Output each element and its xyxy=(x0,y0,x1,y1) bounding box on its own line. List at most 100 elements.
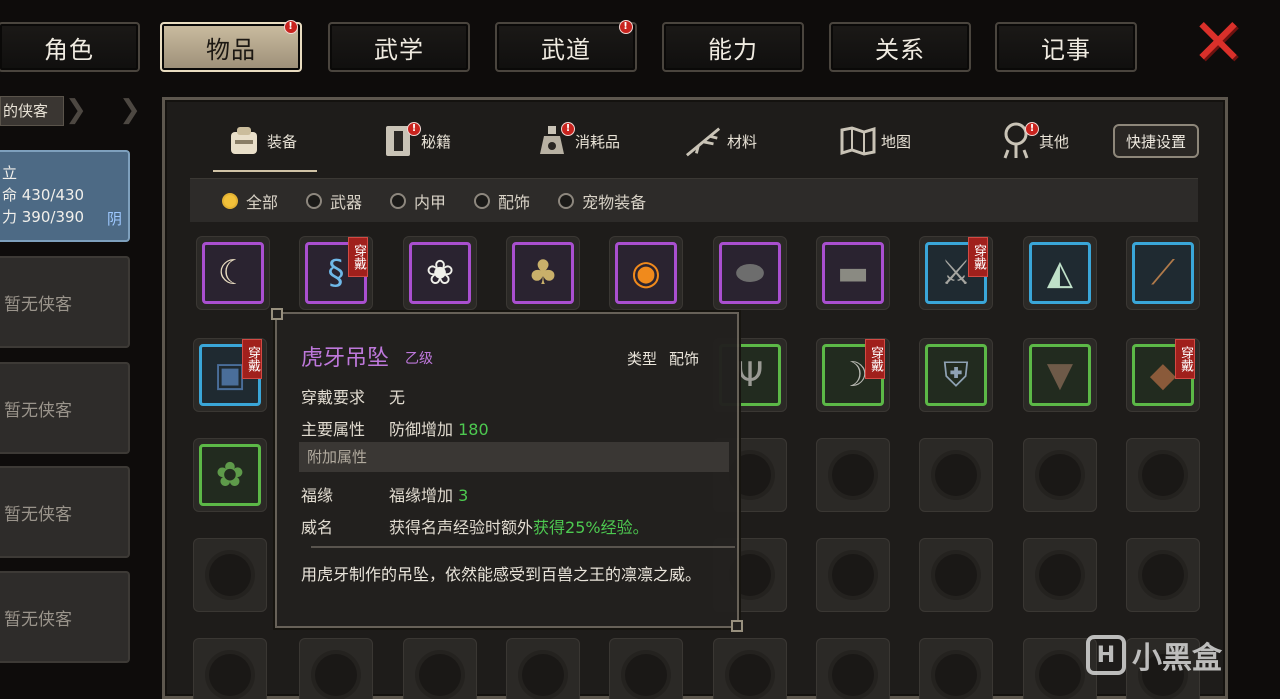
chevron-right-icon[interactable]: ❯ xyxy=(118,96,142,126)
companion-card-empty[interactable]: 暂无侠客 xyxy=(0,256,130,348)
empty-slot[interactable] xyxy=(816,438,890,512)
empty-label: 暂无侠客 xyxy=(4,504,72,525)
companion-card-empty[interactable]: 暂无侠客 xyxy=(0,362,130,454)
notification-badge-icon: ! xyxy=(407,122,421,136)
tab-items[interactable]: 物品! xyxy=(160,20,302,72)
item-slot[interactable]: ◆ 穿戴 xyxy=(1126,338,1200,412)
tab-abilities[interactable]: 能力 xyxy=(662,22,804,72)
empty-slot[interactable] xyxy=(193,638,267,699)
radio-icon xyxy=(474,192,491,209)
item-slot[interactable]: ♣ xyxy=(506,236,580,310)
item-slot[interactable]: ◉ xyxy=(609,236,683,310)
filter-label: 宠物装备 xyxy=(582,192,647,212)
gold-ore-icon: ♣ xyxy=(512,242,574,304)
folding-fan-icon: ◭ xyxy=(1029,242,1091,304)
notification-badge-icon: ! xyxy=(619,20,633,34)
item-slot[interactable]: ▬ xyxy=(816,236,890,310)
empty-label: 暂无侠客 xyxy=(4,609,72,630)
companion-card-empty[interactable]: 暂无侠客 xyxy=(0,466,130,558)
radio-selected-icon xyxy=(222,192,238,209)
item-slot[interactable]: ☽ 穿戴 xyxy=(816,338,890,412)
item-slot[interactable]: ⟋ xyxy=(1126,236,1200,310)
empty-slot[interactable] xyxy=(403,638,477,699)
filter-inner-armor[interactable]: 内甲 xyxy=(390,189,446,213)
wooden-flute-icon: ⟋ xyxy=(1132,242,1194,304)
row-value: 福缘增加 xyxy=(389,486,454,505)
empty-slot[interactable] xyxy=(816,538,890,612)
brown-robe-icon: ▼ xyxy=(1029,344,1091,406)
tab-label: 物品 xyxy=(206,35,256,64)
sidebar-header: 的侠客 xyxy=(0,96,64,126)
filter-pet-equipment[interactable]: 宠物装备 xyxy=(558,189,646,213)
companion-hp: 命 430/430 xyxy=(2,186,85,204)
category-other[interactable]: ! 其他 xyxy=(997,116,1069,166)
companion-card-empty[interactable]: 暂无侠客 xyxy=(0,571,130,663)
tab-label: 武道 xyxy=(541,35,591,64)
category-consumables[interactable]: ! 消耗品 xyxy=(533,116,620,166)
item-slot[interactable]: ❀ xyxy=(403,236,477,310)
filter-label: 内甲 xyxy=(414,192,447,212)
equipped-tag: 穿戴 xyxy=(968,237,988,277)
item-slot[interactable]: ✿ xyxy=(193,438,267,512)
companion-attribute: 阴 xyxy=(106,210,122,228)
empty-slot[interactable] xyxy=(713,638,787,699)
filter-bar: 全部 武器 内甲 配饰 宠物装备 xyxy=(190,178,1198,222)
tab-label: 武学 xyxy=(374,35,424,64)
filter-label: 全部 xyxy=(246,192,279,212)
empty-slot[interactable] xyxy=(1126,438,1200,512)
item-slot[interactable]: § 穿戴 xyxy=(299,236,373,310)
empty-slot[interactable] xyxy=(1023,438,1097,512)
notification-badge-icon: ! xyxy=(1025,122,1039,136)
tab-martial-arts[interactable]: 武学 xyxy=(328,22,470,72)
empty-slot[interactable] xyxy=(816,638,890,699)
item-slot[interactable]: ⚔ 穿戴 xyxy=(919,236,993,310)
item-slot[interactable]: ▣ 穿戴 xyxy=(193,338,267,412)
item-slot[interactable]: ☾ xyxy=(196,236,270,310)
chevron-right-icon: ❯ xyxy=(65,95,87,125)
item-slot[interactable]: ⬬ xyxy=(713,236,787,310)
companion-sidebar: 的侠客 ❯ ❯ 立 命 430/430 力 390/390 阴 暂无侠客 暂无侠… xyxy=(0,96,148,699)
notification-badge-icon: ! xyxy=(284,20,298,34)
tab-relations[interactable]: 关系 xyxy=(829,22,971,72)
quick-settings-button[interactable]: 快捷设置 xyxy=(1113,124,1199,158)
empty-slot[interactable] xyxy=(609,638,683,699)
tab-martial-way[interactable]: 武道! xyxy=(495,20,637,72)
close-x-icon[interactable]: ✕ xyxy=(1188,11,1248,75)
empty-slot[interactable] xyxy=(299,638,373,699)
category-label: 材料 xyxy=(727,132,758,151)
armor-icon xyxy=(225,122,263,160)
item-slot[interactable]: ⛨ xyxy=(919,338,993,412)
filter-accessory[interactable]: 配饰 xyxy=(474,189,530,213)
empty-slot[interactable] xyxy=(919,438,993,512)
filter-weapon[interactable]: 武器 xyxy=(306,189,362,213)
row-label: 威名 xyxy=(301,518,334,537)
empty-slot[interactable] xyxy=(193,538,267,612)
category-manuals[interactable]: ! 秘籍 xyxy=(379,116,451,166)
item-slot[interactable]: ◭ xyxy=(1023,236,1097,310)
empty-label: 暂无侠客 xyxy=(4,294,72,315)
item-type: 类型 配饰 xyxy=(627,348,699,369)
extra-attribute-row: 福缘 福缘增加 3 xyxy=(301,482,468,506)
category-equipment[interactable]: 装备 xyxy=(212,116,318,172)
empty-slot[interactable] xyxy=(1023,538,1097,612)
tab-character[interactable]: 角色 xyxy=(0,22,140,72)
empty-slot[interactable] xyxy=(1126,538,1200,612)
orange-eye-pet-icon: ◉ xyxy=(615,242,677,304)
type-value: 配饰 xyxy=(669,350,700,368)
fang-pendant-icon: ☾ xyxy=(202,242,264,304)
row-label: 主要属性 xyxy=(301,420,366,439)
companion-card-active[interactable]: 立 命 430/430 力 390/390 阴 xyxy=(0,150,130,242)
category-materials[interactable]: 材料 xyxy=(685,116,757,166)
category-label: 地图 xyxy=(881,132,912,151)
category-maps[interactable]: 地图 xyxy=(839,116,911,166)
row-number: 180 xyxy=(458,420,489,439)
item-slot[interactable]: ▼ xyxy=(1023,338,1097,412)
empty-slot[interactable] xyxy=(919,638,993,699)
tab-journal[interactable]: 记事 xyxy=(995,22,1137,72)
filter-all[interactable]: 全部 xyxy=(222,189,278,213)
notification-badge-icon: ! xyxy=(561,122,575,136)
tab-label: 能力 xyxy=(708,35,758,64)
empty-slot[interactable] xyxy=(919,538,993,612)
iron-shield-icon: ⬬ xyxy=(719,242,781,304)
empty-slot[interactable] xyxy=(506,638,580,699)
